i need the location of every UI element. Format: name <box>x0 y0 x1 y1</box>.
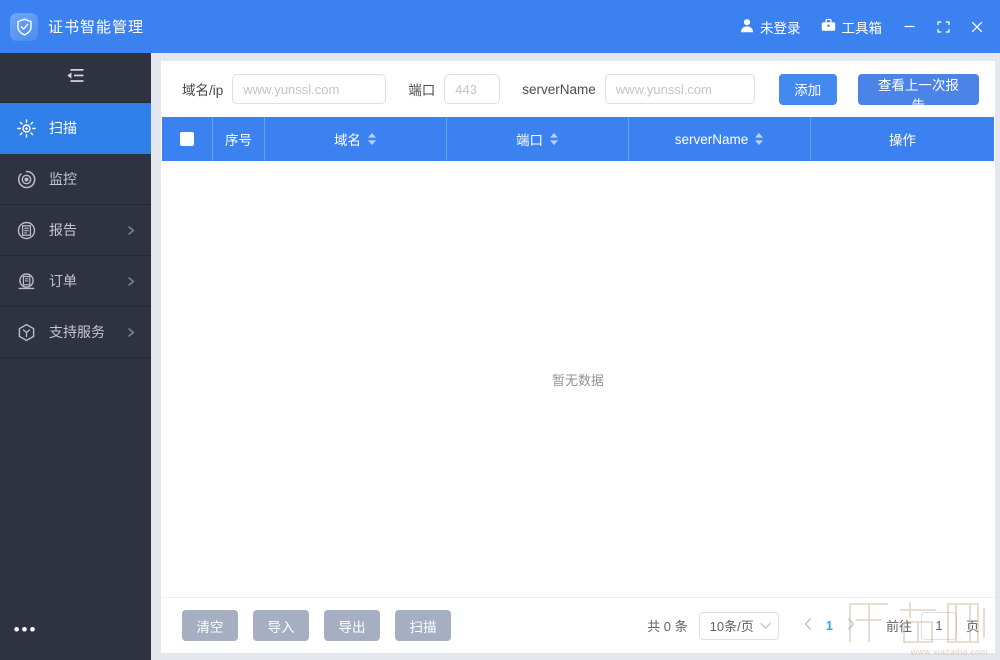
pagination: 共 0 条 10条/页 1 前往 1 页 <box>647 611 979 640</box>
empty-state-text: 暂无数据 <box>551 372 604 388</box>
pagination-page-1[interactable]: 1 <box>821 618 838 633</box>
chevron-left-icon <box>804 618 812 633</box>
pagination-jumper: 前往 页 <box>885 611 979 640</box>
table-header-domain[interactable]: 域名 <box>265 117 447 161</box>
app-title: 证书智能管理 <box>48 19 145 36</box>
table-header-port[interactable]: 端口 <box>447 117 629 161</box>
ellipsis-icon: ••• <box>13 620 38 639</box>
order-icon <box>14 272 38 291</box>
sidebar-item-label: 报告 <box>49 222 77 238</box>
sidebar-more-button[interactable]: ••• <box>0 610 51 650</box>
table-header-select-all[interactable] <box>162 117 213 161</box>
minimize-icon[interactable] <box>892 0 926 53</box>
chevron-right-icon <box>128 273 135 289</box>
title-bar: 证书智能管理 未登录 工具箱 <box>0 0 1000 53</box>
column-label: serverName <box>674 131 749 147</box>
sidebar: 扫描 监控 报告 订单 支持服务 ••• <box>0 53 151 660</box>
page-size-select[interactable]: 10条/页 <box>698 611 779 640</box>
toolbox-button[interactable]: 工具箱 <box>811 0 893 53</box>
close-icon[interactable] <box>960 0 994 53</box>
table-footer: 清空 导入 导出 扫描 共 0 条 10条/页 1 前往 1 页 <box>161 597 995 653</box>
sidebar-item-scan[interactable]: 扫描 <box>0 103 151 154</box>
sidebar-item-label: 监控 <box>49 171 77 187</box>
user-account-button[interactable]: 未登录 <box>730 0 811 53</box>
sort-toggle-icon[interactable] <box>549 132 559 146</box>
support-icon <box>14 323 38 342</box>
scan-form: 域名/ip 端口 serverName 添加 查看上一次报告 <box>161 61 995 117</box>
maximize-icon[interactable] <box>926 0 960 53</box>
column-label: 操作 <box>889 133 916 148</box>
column-label: 域名 <box>334 133 361 148</box>
add-button[interactable]: 添加 <box>778 73 837 105</box>
domain-input[interactable] <box>232 74 387 104</box>
brand: 证书智能管理 <box>0 12 145 41</box>
clear-button[interactable]: 清空 <box>182 610 238 641</box>
collapse-menu-icon <box>66 67 85 89</box>
toolbox-label: 工具箱 <box>841 20 883 36</box>
sidebar-item-label: 订单 <box>49 273 77 289</box>
report-icon <box>14 221 38 240</box>
scan-button[interactable]: 扫描 <box>395 610 451 641</box>
sort-toggle-icon[interactable] <box>754 132 764 146</box>
toolbox-icon <box>821 18 836 35</box>
sidebar-item-support[interactable]: 支持服务 <box>0 307 151 358</box>
import-button[interactable]: 导入 <box>253 610 309 641</box>
port-label: 端口 <box>408 83 436 98</box>
user-icon <box>740 18 754 36</box>
server-name-label: serverName <box>522 81 596 97</box>
sidebar-item-report[interactable]: 报告 <box>0 205 151 256</box>
sidebar-item-label: 扫描 <box>49 120 77 136</box>
monitor-icon <box>14 170 38 189</box>
application-window: 证书智能管理 未登录 工具箱 扫描 监控 报告 订单 支持服务 ••• 域名/i… <box>0 0 1000 660</box>
pagination-next-button[interactable] <box>838 612 864 640</box>
chevron-right-icon <box>128 222 135 238</box>
table-header-row: 序号 域名 端口 serverName 操作 <box>162 117 994 161</box>
table-body: 暂无数据 <box>161 161 995 597</box>
jump-page-input[interactable] <box>920 611 957 640</box>
titlebar-actions: 未登录 工具箱 <box>730 0 1000 53</box>
select-all-checkbox[interactable] <box>180 132 194 146</box>
chevron-right-icon <box>847 618 855 633</box>
table-header-server-name[interactable]: serverName <box>629 117 811 161</box>
user-label: 未登录 <box>760 20 801 36</box>
export-button[interactable]: 导出 <box>324 610 380 641</box>
content-panel: 域名/ip 端口 serverName 添加 查看上一次报告 序号 域名 <box>161 61 995 653</box>
jump-suffix-label: 页 <box>965 619 979 634</box>
chevron-down-icon <box>760 618 771 633</box>
scan-icon <box>14 118 38 138</box>
sidebar-item-label: 支持服务 <box>49 324 105 340</box>
sidebar-item-order[interactable]: 订单 <box>0 256 151 307</box>
view-last-report-button[interactable]: 查看上一次报告 <box>857 73 979 113</box>
pagination-prev-button[interactable] <box>795 612 821 640</box>
sidebar-item-monitor[interactable]: 监控 <box>0 154 151 205</box>
server-name-input[interactable] <box>604 74 755 104</box>
domain-label: 域名/ip <box>182 83 224 98</box>
chevron-right-icon <box>128 324 135 340</box>
page-size-value: 10条/页 <box>709 619 754 634</box>
port-input[interactable] <box>444 74 501 104</box>
scan-table: 序号 域名 端口 serverName 操作 暂无数据 <box>161 117 995 597</box>
pagination-total: 共 0 条 <box>647 619 688 634</box>
shield-check-icon <box>10 12 38 41</box>
sidebar-collapse-button[interactable] <box>0 53 151 103</box>
table-header-operation: 操作 <box>811 117 994 161</box>
jump-prefix-label: 前往 <box>885 619 912 634</box>
column-label: 序号 <box>225 133 252 148</box>
column-label: 端口 <box>516 133 543 148</box>
table-header-index: 序号 <box>213 117 265 161</box>
sort-toggle-icon[interactable] <box>367 132 377 146</box>
